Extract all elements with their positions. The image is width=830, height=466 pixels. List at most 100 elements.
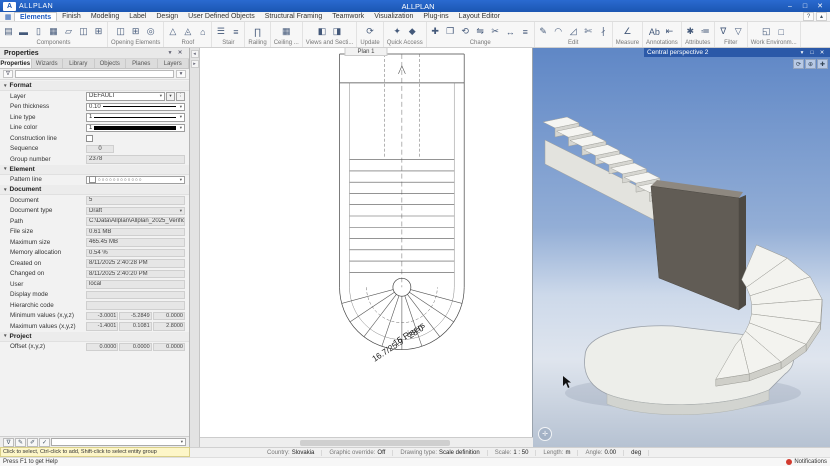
3d-view-titlebar[interactable]: Central perspective 2 ▾ □ ✕ — [644, 48, 830, 57]
property-filter-icon[interactable]: ∇ — [3, 70, 13, 78]
section-format[interactable]: Format — [0, 81, 189, 91]
line-color-value[interactable]: 1 — [86, 123, 185, 132]
status-angle[interactable]: Angle: 0.00 — [578, 449, 625, 456]
pattern-line-checkbox[interactable] — [89, 176, 96, 184]
window-icon[interactable]: ⊞ — [91, 24, 106, 39]
measure-icon[interactable]: ∠ — [620, 24, 635, 39]
zoom-icon[interactable]: ⊕ — [805, 59, 816, 69]
menu-label[interactable]: Label — [124, 12, 151, 21]
plan-drawing[interactable]: 15 Risers 16.7/25.9 - 28.0 — [200, 48, 532, 436]
assign-attributes-icon[interactable]: ✱ — [683, 24, 698, 39]
filter-icon[interactable]: ∇ — [716, 24, 731, 39]
sequence-value[interactable]: 0 — [86, 144, 185, 153]
railing-icon[interactable]: ∏ — [250, 24, 265, 39]
section-document[interactable]: Document — [0, 185, 189, 195]
tab-layers[interactable]: Layers — [158, 59, 189, 68]
dimension-line-icon[interactable]: ⇤ — [662, 24, 677, 39]
apply-properties-icon[interactable]: ✓ — [39, 437, 50, 447]
menu-layout-editor[interactable]: Layout Editor — [454, 12, 505, 21]
door-icon[interactable]: ◫ — [76, 24, 91, 39]
maximum-values-value[interactable]: -1.4001 0.1081 2.8000 — [86, 322, 185, 331]
3d-viewport[interactable]: Central perspective 2 ▾ □ ✕ ⟳ ⊕ ✚ ✛ — [533, 48, 830, 447]
status-length[interactable]: Length: m — [536, 449, 579, 456]
update-3d-icon[interactable]: ⟳ — [363, 24, 378, 39]
expand-panel-icon[interactable]: ▸ — [190, 60, 199, 68]
fillet-icon[interactable]: ◠ — [551, 24, 566, 39]
workspace-settings-icon[interactable]: □ — [774, 24, 789, 39]
tab-properties[interactable]: Properties — [0, 59, 32, 68]
status-scale[interactable]: Scale: 1 : 50 — [488, 449, 537, 456]
navigation-disc-icon[interactable]: ✛ — [538, 427, 552, 441]
upstand-beam-icon[interactable]: ▬ — [16, 24, 31, 39]
tab-objects[interactable]: Objects — [95, 59, 126, 68]
stair-modeler-icon[interactable]: ≡ — [228, 24, 243, 39]
close-button[interactable]: ✕ — [813, 1, 827, 11]
status-country[interactable]: Country: Slovakia — [260, 449, 323, 456]
construction-line-value[interactable] — [86, 134, 185, 143]
status-drawing-type[interactable]: Drawing type: Scale definition — [393, 449, 488, 456]
maximize-button[interactable]: □ — [798, 1, 812, 11]
layer-dropdown-button[interactable]: ▾ — [166, 92, 175, 101]
status-angle-unit[interactable]: deg — [624, 449, 650, 456]
notifications-button[interactable]: Notifications — [786, 459, 827, 465]
ceiling-icon[interactable]: ▦ — [279, 24, 294, 39]
dormer-icon[interactable]: ⌂ — [195, 24, 210, 39]
tab-library[interactable]: Library — [63, 59, 95, 68]
horizontal-scrollbar[interactable] — [200, 437, 533, 447]
move-icon[interactable]: ✚ — [428, 24, 443, 39]
section-icon[interactable]: ◨ — [330, 24, 345, 39]
recess-icon[interactable]: ◎ — [143, 24, 158, 39]
close-view-icon[interactable]: ✕ — [817, 50, 827, 56]
pin-icon[interactable]: ▾ — [165, 49, 175, 58]
text-icon[interactable]: Ab — [647, 24, 662, 39]
collapse-ribbon-icon[interactable]: ▴ — [816, 12, 827, 21]
construction-line-checkbox[interactable] — [86, 134, 93, 142]
document-type-value[interactable]: Draft — [86, 206, 185, 215]
menu-plug-ins[interactable]: Plug-ins — [418, 12, 453, 21]
filter-dropdown-icon[interactable]: ▾ — [176, 70, 186, 78]
3d-rendering[interactable] — [533, 48, 830, 447]
close-palette-icon[interactable]: ✕ — [175, 49, 185, 58]
layer-value[interactable]: DEFAULT — [86, 92, 165, 101]
section-project[interactable]: Project — [0, 331, 189, 342]
pen-thickness-value[interactable]: 0.10 — [86, 102, 185, 111]
wall-icon[interactable]: ▤ — [1, 24, 16, 39]
scrollbar-thumb[interactable] — [299, 440, 450, 446]
rotate-icon[interactable]: ⟲ — [458, 24, 473, 39]
menu-design[interactable]: Design — [151, 12, 183, 21]
offset-value[interactable]: 0.0000 0.0000 0.0000 — [86, 342, 185, 351]
filter-step-icon[interactable]: ▽ — [731, 24, 746, 39]
stretch-icon[interactable]: ↔ — [503, 24, 518, 39]
property-search-input[interactable] — [15, 70, 174, 78]
line-type-value[interactable]: 1 — [86, 113, 185, 122]
element-snap-icon[interactable]: ◆ — [405, 24, 420, 39]
menu-elements[interactable]: Elements — [14, 12, 58, 21]
plan-viewport[interactable]: Plan 1 15 Risers 16.7/25.9 - 28.0 — [200, 48, 533, 437]
menu-user-defined-objects[interactable]: User Defined Objects — [183, 12, 260, 21]
delete-icon[interactable]: ✂ — [488, 24, 503, 39]
tab-planes[interactable]: Planes — [126, 59, 158, 68]
plan-tab[interactable]: Plan 1 — [344, 48, 388, 56]
column-icon[interactable]: ▯ — [31, 24, 46, 39]
point-snap-icon[interactable]: ✦ — [390, 24, 405, 39]
chimney-icon[interactable]: ▦ — [46, 24, 61, 39]
split-icon[interactable]: ∤ — [596, 24, 611, 39]
pattern-line-value[interactable]: ○○○○○○○○○○○○ — [86, 175, 185, 184]
menu-teamwork[interactable]: Teamwork — [327, 12, 369, 21]
status-graphic-override[interactable]: Graphic override: Off — [322, 449, 394, 456]
chamfer-icon[interactable]: ◿ — [566, 24, 581, 39]
menu-visualization[interactable]: Visualization — [369, 12, 418, 21]
view-menu-icon[interactable]: ▾ — [797, 50, 807, 56]
align-icon[interactable]: ≡ — [518, 24, 533, 39]
door-opening-icon[interactable]: ◫ — [113, 24, 128, 39]
window-layout-icon[interactable]: ◱ — [759, 24, 774, 39]
tab-wizards[interactable]: Wizards — [32, 59, 63, 68]
sequence-spinner[interactable]: 0 — [86, 144, 114, 153]
pick-up-properties-icon[interactable]: ✐ — [27, 437, 38, 447]
match-properties-icon[interactable]: ✎ — [15, 437, 26, 447]
panel-splitter[interactable]: ◂ ▸ — [190, 48, 200, 447]
slab-icon[interactable]: ▱ — [61, 24, 76, 39]
filter-properties-icon[interactable]: ∇ — [3, 437, 14, 447]
section-element[interactable]: Element — [0, 164, 189, 175]
element-selector-combo[interactable] — [51, 437, 186, 447]
